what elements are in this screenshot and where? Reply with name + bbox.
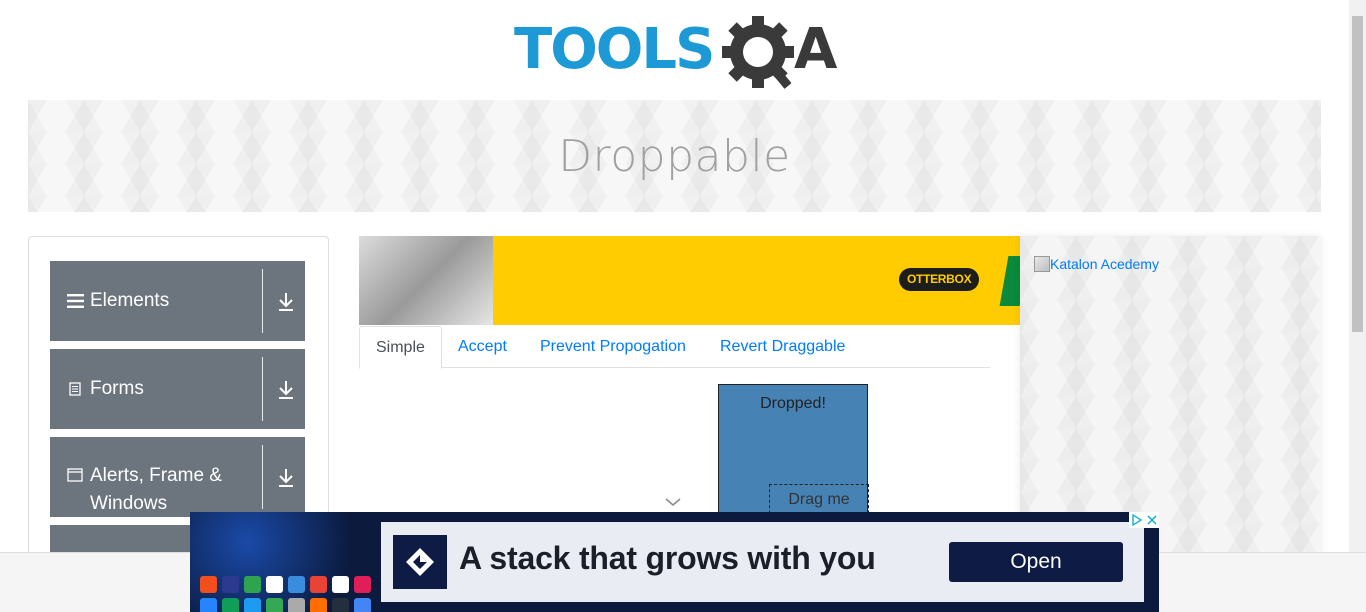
chevron-down-icon[interactable] xyxy=(664,496,682,508)
ad-slogan: A stack that grows with you xyxy=(459,540,876,576)
sidebar-group-label: Forms xyxy=(90,378,144,399)
jira-icon xyxy=(393,535,447,589)
toolsqa-logo[interactable]: TOOLS A xyxy=(514,14,844,94)
logo-tools-text: TOOLS xyxy=(514,17,713,82)
katalon-ad-image[interactable]: Katalon Acedemy xyxy=(1034,256,1159,272)
logo-qa-text: A xyxy=(794,17,838,82)
bottom-ad[interactable]: A stack that grows with you Open xyxy=(190,512,1159,612)
ad-open-button[interactable]: Open xyxy=(949,542,1123,582)
download-icon[interactable] xyxy=(276,379,296,401)
ad-product-image xyxy=(359,236,493,325)
page-scrollbar[interactable] xyxy=(1349,0,1366,552)
broken-image-icon xyxy=(1034,256,1050,272)
droppable-tabs: Simple Accept Prevent Propogation Revert… xyxy=(359,326,990,369)
adchoices-icon xyxy=(1132,514,1143,526)
ad-green-shape xyxy=(999,256,1020,306)
download-icon[interactable] xyxy=(276,291,296,313)
ad-brand-badge: OTTERBOX xyxy=(899,268,980,291)
katalon-ad-alt: Katalon Acedemy xyxy=(1050,256,1159,272)
window-icon xyxy=(66,468,84,482)
document-icon xyxy=(66,382,84,396)
page-title: Droppable xyxy=(558,130,791,182)
divider xyxy=(262,445,263,509)
scrollbar-thumb[interactable] xyxy=(1352,16,1363,332)
tab-accept[interactable]: Accept xyxy=(458,326,507,368)
gear-icon xyxy=(722,16,794,89)
drop-target-text: Dropped! xyxy=(760,395,826,412)
top-ad-banner[interactable]: OTTERBOX xyxy=(359,236,1020,325)
sidebar-group-label: Elements xyxy=(90,290,170,311)
sidebar-group-elements[interactable]: Elements xyxy=(50,261,305,341)
page-banner: Droppable xyxy=(28,100,1321,212)
tab-prevent-propogation[interactable]: Prevent Propogation xyxy=(540,326,686,368)
ad-card: A stack that grows with you Open xyxy=(381,522,1144,602)
download-icon[interactable] xyxy=(276,467,296,489)
ad-apps-image xyxy=(190,512,380,612)
sidebar-group-alerts[interactable]: Alerts, Frame & Windows xyxy=(50,437,305,517)
divider xyxy=(262,357,263,421)
sidebar-group-label-line1: Alerts, Frame & xyxy=(90,465,222,486)
divider xyxy=(262,269,263,333)
tab-revert-draggable[interactable]: Revert Draggable xyxy=(720,326,845,368)
ad-choices-icon[interactable] xyxy=(1129,512,1159,528)
sidebar-group-forms[interactable]: Forms xyxy=(50,349,305,429)
sidebar-group-label-line2: Windows xyxy=(90,493,168,514)
tab-simple[interactable]: Simple xyxy=(359,326,442,369)
hamburger-icon xyxy=(66,294,84,308)
close-icon xyxy=(1147,515,1157,525)
